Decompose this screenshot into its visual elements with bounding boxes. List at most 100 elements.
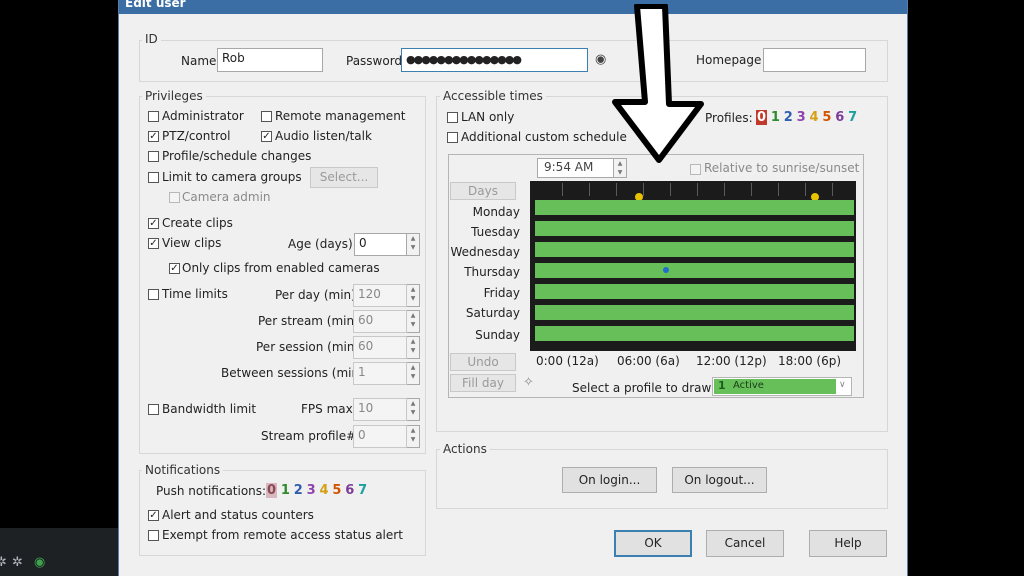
tray-location-icon[interactable]: ◉ [34,555,45,570]
create-clips-checkbox[interactable]: ✓ [148,218,159,229]
time-limits-checkbox[interactable] [148,289,159,300]
camera-admin-checkbox[interactable] [169,192,180,203]
remote-management-checkbox[interactable] [261,111,272,122]
push-profile-7[interactable]: 7 [358,483,367,498]
per-session-spinner[interactable]: ▲ ▼ [407,336,420,359]
schedule-bar-wednesday[interactable] [535,242,854,257]
per-day-label: Per day (min): [275,288,360,302]
per-stream-spinner[interactable]: ▲ ▼ [407,310,420,333]
limit-camera-groups-checkbox[interactable] [148,172,159,183]
profile-dropdown[interactable]: 1 Active ∨ [712,377,852,396]
time-limits-label: Time limits [162,287,228,301]
time-field[interactable]: 9:54 AM [537,158,614,178]
profile-schedule-changes-checkbox[interactable] [148,151,159,162]
hour-tick [562,183,563,196]
push-profile-0[interactable]: 0 [266,483,278,498]
ptz-control-checkbox[interactable]: ✓ [148,131,159,142]
schedule-bar-sunday[interactable] [535,326,854,341]
stream-profile-field[interactable]: 0 [353,425,407,448]
fps-max-spinner[interactable]: ▲ ▼ [407,398,420,421]
desktop-background-right [906,0,1024,576]
audio-listen-talk-label: Audio listen/talk [275,129,372,143]
push-profile-3[interactable]: 3 [307,483,316,498]
additional-schedule-checkbox[interactable] [447,132,458,143]
hour-tick [805,183,806,196]
relative-sunrise-checkbox[interactable] [690,164,701,175]
per-session-field[interactable]: 60 [353,336,407,359]
magic-wand-icon[interactable]: ✧ [523,375,534,390]
day-label-sunday: Sunday [475,328,520,342]
ok-button[interactable]: OK [614,530,692,557]
bandwidth-limit-checkbox[interactable] [148,404,159,415]
stream-profile-spinner[interactable]: ▲ ▼ [407,425,420,448]
push-profile-2[interactable]: 2 [294,483,303,498]
push-profile-1[interactable]: 1 [281,483,290,498]
schedule-profile-3[interactable]: 3 [797,110,806,125]
undo-button[interactable]: Undo [450,353,516,371]
view-clips-checkbox[interactable]: ✓ [148,238,159,249]
schedule-profile-4[interactable]: 4 [810,110,819,125]
select-camera-groups-button[interactable]: Select... [310,167,378,188]
password-field[interactable]: ●●●●●●●●●●●●●●● [401,48,588,72]
between-sessions-spinner[interactable]: ▲ ▼ [407,362,420,385]
between-sessions-field[interactable]: 1 [353,362,407,385]
time-axis-label-6: 06:00 (6a) [617,354,680,368]
age-days-field[interactable]: 0 [354,233,407,256]
per-day-spinner[interactable]: ▲ ▼ [407,284,420,307]
hour-tick [697,183,698,196]
hour-tick [724,183,725,196]
schedule-bar-saturday[interactable] [535,305,854,320]
name-field[interactable]: Rob [217,48,323,72]
per-day-field[interactable]: 120 [353,284,407,307]
actions-group [436,449,888,509]
tray-gear-icon[interactable]: ✲ [0,555,7,570]
schedule-bar-thursday[interactable] [535,263,854,278]
push-profile-6[interactable]: 6 [345,483,354,498]
alert-status-counters-checkbox[interactable]: ✓ [148,510,159,521]
day-label-friday: Friday [483,286,520,300]
tray-gear-icon-2[interactable]: ✲ [12,555,23,570]
push-profile-5[interactable]: 5 [332,483,341,498]
desktop-background-left [0,0,118,576]
down-arrow-annotation-icon [612,4,704,163]
schedule-profile-2[interactable]: 2 [784,110,793,125]
fps-max-field[interactable]: 10 [353,398,407,421]
fps-max-label: FPS max: [301,402,357,416]
lan-only-label: LAN only [461,110,515,124]
schedule-profile-6[interactable]: 6 [835,110,844,125]
help-button[interactable]: Help [809,530,887,557]
homepage-field[interactable] [763,48,866,72]
accessible-times-group-label: Accessible times [440,89,546,103]
schedule-profile-0[interactable]: 0 [756,110,768,125]
create-clips-label: Create clips [162,216,233,230]
cancel-button[interactable]: Cancel [706,530,784,557]
hour-tick [751,183,752,196]
chevron-down-icon[interactable]: ∨ [839,380,846,390]
schedule-bar-monday[interactable] [535,200,854,215]
lan-only-checkbox[interactable] [447,112,458,123]
day-label-thursday: Thursday [464,265,520,279]
schedule-bar-tuesday[interactable] [535,221,854,236]
push-profile-4[interactable]: 4 [320,483,329,498]
schedule-profile-5[interactable]: 5 [822,110,831,125]
schedule-profile-1[interactable]: 1 [771,110,780,125]
per-stream-field[interactable]: 60 [353,310,407,333]
on-logout-button[interactable]: On logout... [672,467,767,493]
password-label: Password [346,54,403,68]
only-enabled-cameras-checkbox[interactable]: ✓ [169,263,180,274]
exempt-remote-alert-label: Exempt from remote access status alert [162,528,403,542]
exempt-remote-alert-checkbox[interactable] [148,530,159,541]
on-login-button[interactable]: On login... [562,467,657,493]
age-days-label: Age (days): [288,237,357,251]
fill-day-button[interactable]: Fill day [450,374,516,392]
hour-tick [670,183,671,196]
audio-listen-talk-checkbox[interactable]: ✓ [261,131,272,142]
age-days-spinner[interactable]: ▲ ▼ [407,233,420,256]
schedule-bar-friday[interactable] [535,284,854,299]
alert-status-counters-label: Alert and status counters [162,508,314,522]
days-button[interactable]: Days [450,182,516,200]
dialog-title: Edit user [125,0,186,10]
administrator-checkbox[interactable] [148,111,159,122]
schedule-profile-7[interactable]: 7 [848,110,857,125]
profile-schedule-changes-label: Profile/schedule changes [162,149,312,163]
